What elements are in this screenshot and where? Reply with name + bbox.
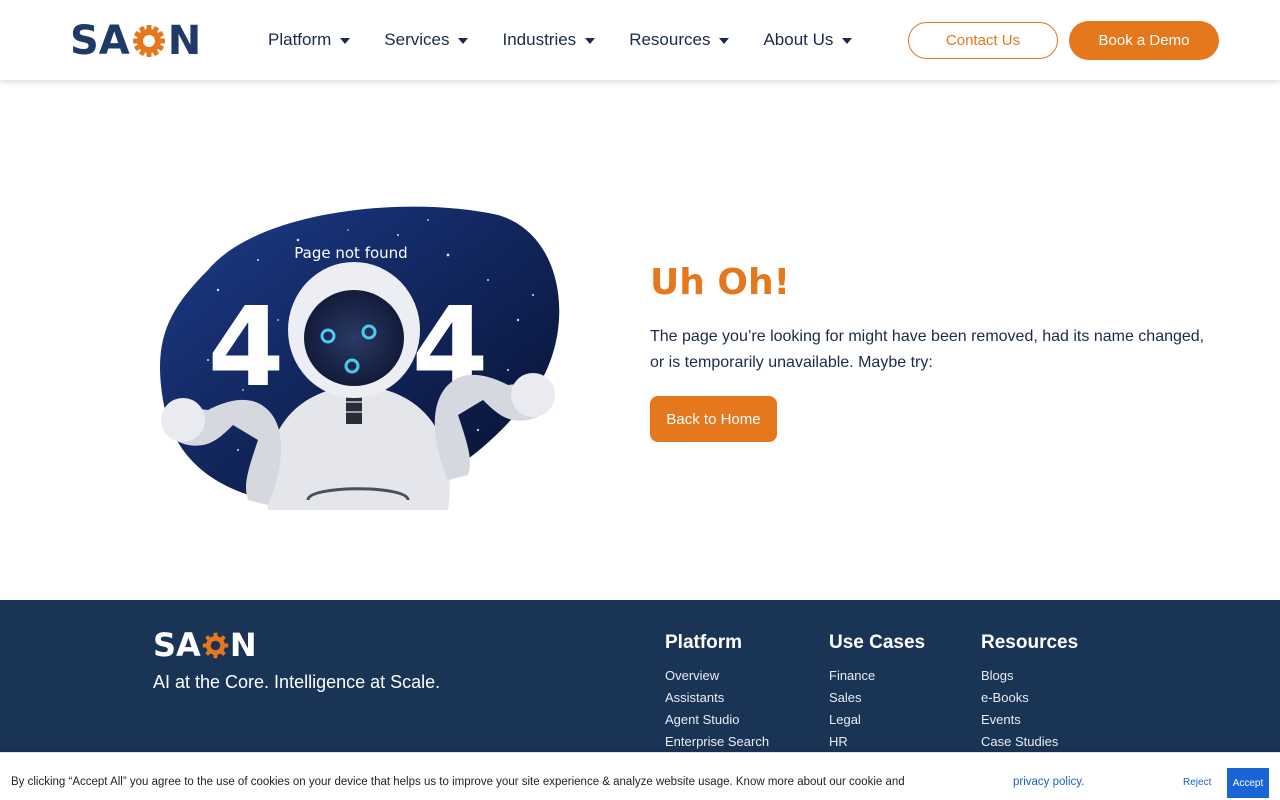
caret-down-icon bbox=[719, 38, 730, 44]
site-header: SA N Platform Services Industries Resour… bbox=[0, 0, 1280, 80]
back-to-home-button[interactable]: Back to Home bbox=[650, 396, 777, 442]
footer-column-title: Use Cases bbox=[829, 632, 926, 653]
footer-link[interactable]: Legal bbox=[829, 709, 925, 731]
privacy-policy-link[interactable]: privacy policy. bbox=[1013, 776, 1084, 788]
nav-industries[interactable]: Industries bbox=[502, 28, 596, 52]
logo-text-right: N bbox=[167, 18, 202, 64]
cookie-text: By clicking “Accept All” you agree to th… bbox=[11, 776, 905, 788]
footer-column-title: Resources bbox=[981, 632, 1079, 653]
footer-link[interactable]: e-Books bbox=[981, 687, 1078, 709]
cookie-consent-bar: By clicking “Accept All” you agree to th… bbox=[0, 752, 1280, 800]
caret-down-icon bbox=[842, 38, 853, 44]
footer-link[interactable]: Finance bbox=[829, 665, 925, 687]
footer-tagline: AI at the Core. Intelligence at Scale. bbox=[153, 672, 441, 692]
nav-about-us[interactable]: About Us bbox=[763, 28, 853, 52]
footer-column-platform: Platform Overview Assistants Agent Studi… bbox=[665, 632, 769, 753]
error-heading: Uh Oh! bbox=[650, 262, 791, 303]
footer-column-title: Platform bbox=[665, 632, 743, 653]
caret-down-icon bbox=[340, 38, 351, 44]
footer-link[interactable]: Sales bbox=[829, 687, 925, 709]
contact-us-button[interactable]: Contact Us bbox=[908, 22, 1058, 59]
footer-link[interactable]: Overview bbox=[665, 665, 769, 687]
footer-saxon-logo[interactable]: SA N bbox=[153, 629, 257, 661]
footer-link[interactable]: Enterprise Search bbox=[665, 731, 769, 753]
footer-column-resources: Resources Blogs e-Books Events Case Stud… bbox=[981, 632, 1078, 753]
error-digit-left: 4 bbox=[208, 283, 285, 411]
footer-link[interactable]: Assistants bbox=[665, 687, 769, 709]
nav-label: Platform bbox=[268, 30, 332, 49]
footer-link[interactable]: Agent Studio bbox=[665, 709, 769, 731]
nav-label: About Us bbox=[763, 30, 834, 49]
error-description: The page you’re looking for might have b… bbox=[650, 328, 1205, 371]
logo-text-left: SA bbox=[70, 18, 130, 64]
footer-column-use-cases: Use Cases Finance Sales Legal HR bbox=[829, 632, 925, 753]
main-nav: Platform Services Industries Resources A… bbox=[268, 28, 853, 52]
nav-resources[interactable]: Resources bbox=[629, 28, 730, 52]
logo-text-right: N bbox=[229, 626, 257, 664]
saxon-logo[interactable]: SA N bbox=[70, 18, 202, 64]
nav-platform[interactable]: Platform bbox=[268, 28, 351, 52]
gear-logo-icon bbox=[132, 25, 165, 57]
reject-cookies-button[interactable]: Reject bbox=[1177, 775, 1217, 790]
footer-link[interactable]: Case Studies bbox=[981, 731, 1078, 753]
nav-label: Resources bbox=[629, 30, 711, 49]
caret-down-icon bbox=[585, 38, 596, 44]
caret-down-icon bbox=[458, 38, 469, 44]
logo-text-left: SA bbox=[153, 626, 201, 664]
footer-link[interactable]: Events bbox=[981, 709, 1078, 731]
gear-logo-icon bbox=[202, 632, 229, 658]
footer-link[interactable]: HR bbox=[829, 731, 925, 753]
robot-404-illustration: Page not found 4 4 bbox=[160, 206, 560, 510]
accept-cookies-button[interactable]: Accept bbox=[1227, 768, 1269, 798]
illustration-caption: Page not found bbox=[294, 244, 407, 262]
nav-label: Services bbox=[384, 30, 450, 49]
nav-services[interactable]: Services bbox=[384, 28, 469, 52]
nav-label: Industries bbox=[502, 30, 577, 49]
footer-link[interactable]: Blogs bbox=[981, 665, 1078, 687]
book-demo-button[interactable]: Book a Demo bbox=[1069, 21, 1219, 60]
